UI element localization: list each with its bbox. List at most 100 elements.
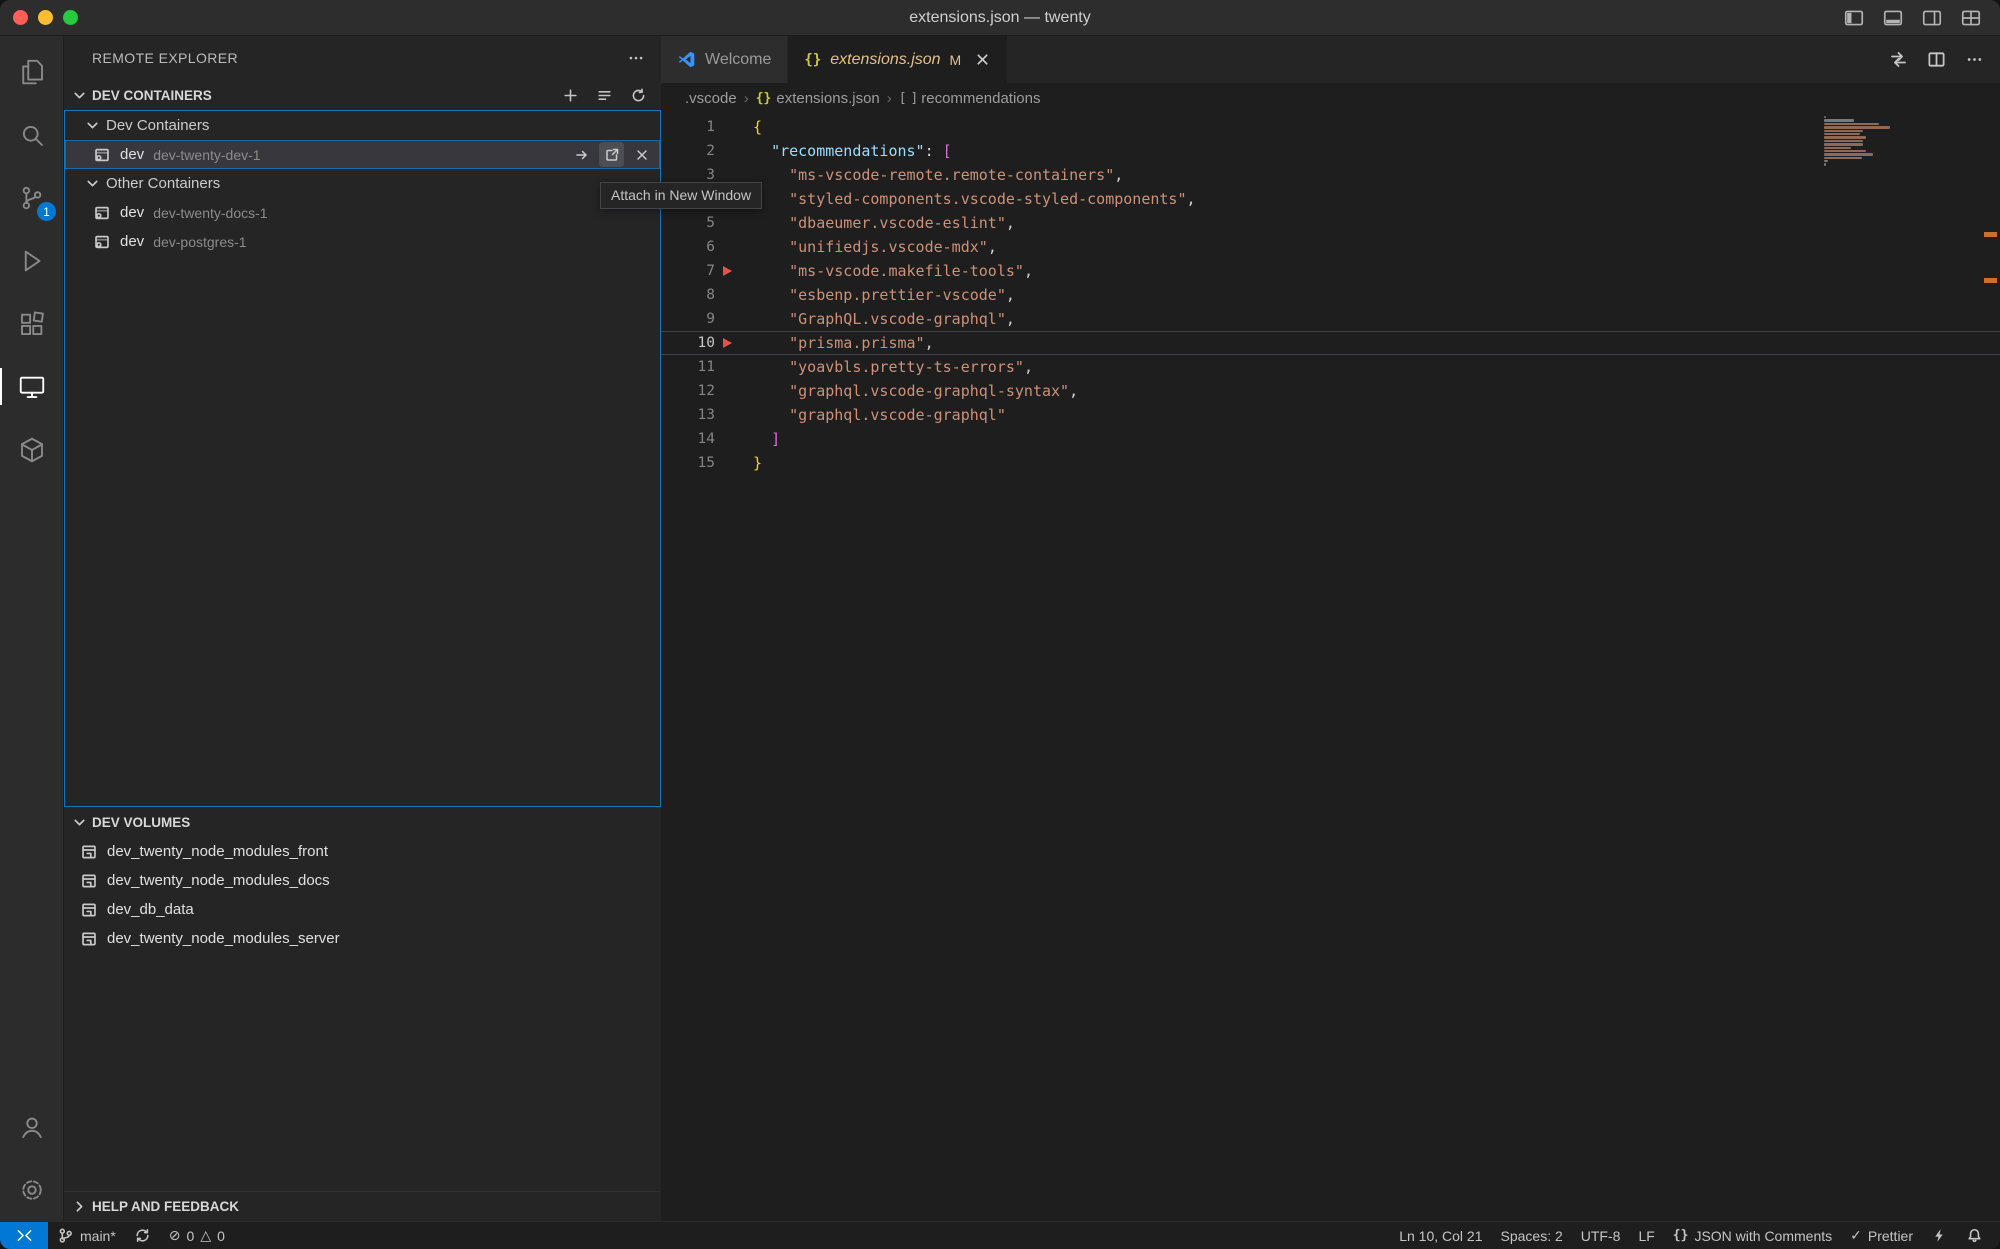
container-item-dev-twenty-docs-1[interactable]: devdev-twenty-docs-1 — [65, 198, 660, 227]
gutter — [715, 283, 753, 307]
split-editor-icon[interactable] — [1927, 50, 1946, 69]
gutter — [715, 115, 753, 139]
git-branch-status[interactable]: main* — [48, 1222, 125, 1249]
sync-changes-button[interactable] — [125, 1222, 160, 1249]
container-icon — [93, 233, 111, 251]
feedback-button[interactable] — [1922, 1222, 1957, 1249]
line-number: 15 — [661, 451, 715, 475]
git-modified-badge: M — [950, 52, 962, 68]
formatter-status[interactable]: ✓ Prettier — [1841, 1222, 1922, 1249]
dev-containers-tree: Dev Containersdevdev-twenty-dev-1Other C… — [64, 110, 661, 807]
container-icon — [93, 204, 111, 222]
minimap-line — [1824, 123, 1879, 125]
activity-bar-item-extensions[interactable] — [0, 292, 63, 355]
indentation-status[interactable]: Spaces: 2 — [1492, 1222, 1572, 1249]
attach-new-window-icon — [604, 147, 620, 163]
minimize-window-button[interactable] — [38, 10, 53, 25]
code-line-4[interactable]: 4 "styled-components.vscode-styled-compo… — [661, 187, 2000, 211]
code-line-2[interactable]: 2 "recommendations": [ — [661, 139, 2000, 163]
problems-status[interactable]: ⊘ 0 △ 0 — [160, 1222, 234, 1249]
errors-icon: ⊘ — [169, 1227, 181, 1244]
code-line-10[interactable]: 10 "prisma.prisma", — [661, 331, 2000, 355]
activity-bar-item-run-debug[interactable] — [0, 229, 63, 292]
eol-status[interactable]: LF — [1629, 1222, 1663, 1249]
line-number: 8 — [661, 283, 715, 307]
notifications-button[interactable] — [1957, 1222, 1992, 1249]
gutter-marker-icon — [723, 338, 732, 348]
volume-item-dev_twenty_node_modules_server[interactable]: dev_twenty_node_modules_server — [64, 924, 661, 953]
code-line-12[interactable]: 12 "graphql.vscode-graphql-syntax", — [661, 379, 2000, 403]
toggle-panel-icon[interactable] — [1882, 7, 1904, 29]
tab-extensions-json[interactable]: {} extensions.json M — [788, 36, 1007, 83]
warnings-count: 0 — [217, 1228, 225, 1244]
section-dev-containers-label: DEV CONTAINERS — [92, 88, 212, 103]
remote-indicator[interactable] — [0, 1222, 48, 1249]
tree-group-other-containers[interactable]: Other Containers — [65, 169, 660, 198]
minimap-line — [1824, 163, 1826, 165]
code-text: "dbaeumer.vscode-eslint", — [753, 211, 1015, 235]
code-line-15[interactable]: 15} — [661, 451, 2000, 475]
volume-item-dev_twenty_node_modules_docs[interactable]: dev_twenty_node_modules_docs — [64, 866, 661, 895]
tree-group-dev-containers[interactable]: Dev Containers — [65, 111, 660, 140]
code-editor[interactable]: 1{2 "recommendations": [3 "ms-vscode-rem… — [661, 113, 2000, 1221]
activity-bar-item-source-control[interactable]: 1 — [0, 166, 63, 229]
code-text: } — [753, 451, 762, 475]
code-line-1[interactable]: 1{ — [661, 115, 2000, 139]
encoding-status[interactable]: UTF-8 — [1572, 1222, 1630, 1249]
line-number: 9 — [661, 307, 715, 331]
language-mode[interactable]: {} JSON with Comments — [1664, 1222, 1841, 1249]
stop-container-button[interactable] — [629, 142, 654, 167]
extensions-icon — [17, 309, 47, 339]
close-window-button[interactable] — [13, 10, 28, 25]
activity-bar-item-remote-explorer[interactable] — [0, 355, 63, 418]
filter-icon[interactable] — [596, 87, 613, 104]
more-actions-icon[interactable] — [627, 49, 645, 67]
toggle-secondary-sidebar-icon[interactable] — [1921, 7, 1943, 29]
more-actions-icon[interactable] — [1965, 50, 1984, 69]
activity-bar-item-explorer[interactable] — [0, 40, 63, 103]
activity-bar-items: 1 — [0, 40, 63, 481]
refresh-icon[interactable] — [630, 87, 647, 104]
code-line-13[interactable]: 13 "graphql.vscode-graphql" — [661, 403, 2000, 427]
code-line-7[interactable]: 7 "ms-vscode.makefile-tools", — [661, 259, 2000, 283]
code-line-14[interactable]: 14 ] — [661, 427, 2000, 451]
breadcrumb-item--vscode[interactable]: .vscode — [685, 90, 737, 107]
zoom-window-button[interactable] — [63, 10, 78, 25]
close-tab-icon[interactable] — [974, 51, 991, 68]
tab-welcome[interactable]: Welcome — [661, 36, 788, 83]
open-changes-icon[interactable] — [1889, 50, 1908, 69]
activity-bar-item-containers[interactable] — [0, 418, 63, 481]
code-line-5[interactable]: 5 "dbaeumer.vscode-eslint", — [661, 211, 2000, 235]
volume-item-dev_twenty_node_modules_front[interactable]: dev_twenty_node_modules_front — [64, 837, 661, 866]
add-icon[interactable] — [562, 87, 579, 104]
attach-container-icon — [574, 147, 590, 163]
activity-bar-item-search[interactable] — [0, 103, 63, 166]
container-item-dev-twenty-dev-1[interactable]: devdev-twenty-dev-1 — [65, 140, 660, 169]
code-line-9[interactable]: 9 "GraphQL.vscode-graphql", — [661, 307, 2000, 331]
code-lines: 1{2 "recommendations": [3 "ms-vscode-rem… — [661, 115, 2000, 475]
attach-container-button[interactable] — [569, 142, 594, 167]
customize-layout-icon[interactable] — [1960, 7, 1982, 29]
breadcrumb-item-recommendations[interactable]: [ ]recommendations — [899, 90, 1041, 107]
code-line-3[interactable]: 3 "ms-vscode-remote.remote-containers", — [661, 163, 2000, 187]
container-item-dev-postgres-1[interactable]: devdev-postgres-1 — [65, 227, 660, 256]
minimap[interactable] — [1824, 116, 1904, 166]
section-dev-containers[interactable]: DEV CONTAINERS — [64, 80, 661, 110]
code-line-6[interactable]: 6 "unifiedjs.vscode-mdx", — [661, 235, 2000, 259]
toggle-primary-sidebar-icon[interactable] — [1843, 7, 1865, 29]
remote-explorer-icon — [17, 372, 47, 402]
section-dev-volumes[interactable]: DEV VOLUMES — [64, 807, 661, 837]
code-line-8[interactable]: 8 "esbenp.prettier-vscode", — [661, 283, 2000, 307]
code-line-11[interactable]: 11 "yoavbls.pretty-ts-errors", — [661, 355, 2000, 379]
section-help-and-feedback[interactable]: HELP AND FEEDBACK — [64, 1191, 661, 1221]
activity-bar-item-settings[interactable] — [0, 1158, 63, 1221]
breadcrumb-separator: › — [887, 90, 892, 107]
cursor-position[interactable]: Ln 10, Col 21 — [1390, 1222, 1491, 1249]
titlebar-layout-actions — [1843, 7, 2000, 29]
attach-new-window-button[interactable] — [599, 142, 624, 167]
volume-item-dev_db_data[interactable]: dev_db_data — [64, 895, 661, 924]
breadcrumb-label: .vscode — [685, 90, 737, 107]
editor-tab-actions — [1889, 36, 2000, 83]
breadcrumb-item-extensions-json[interactable]: {}extensions.json — [756, 90, 880, 107]
activity-bar-item-accounts[interactable] — [0, 1095, 63, 1158]
